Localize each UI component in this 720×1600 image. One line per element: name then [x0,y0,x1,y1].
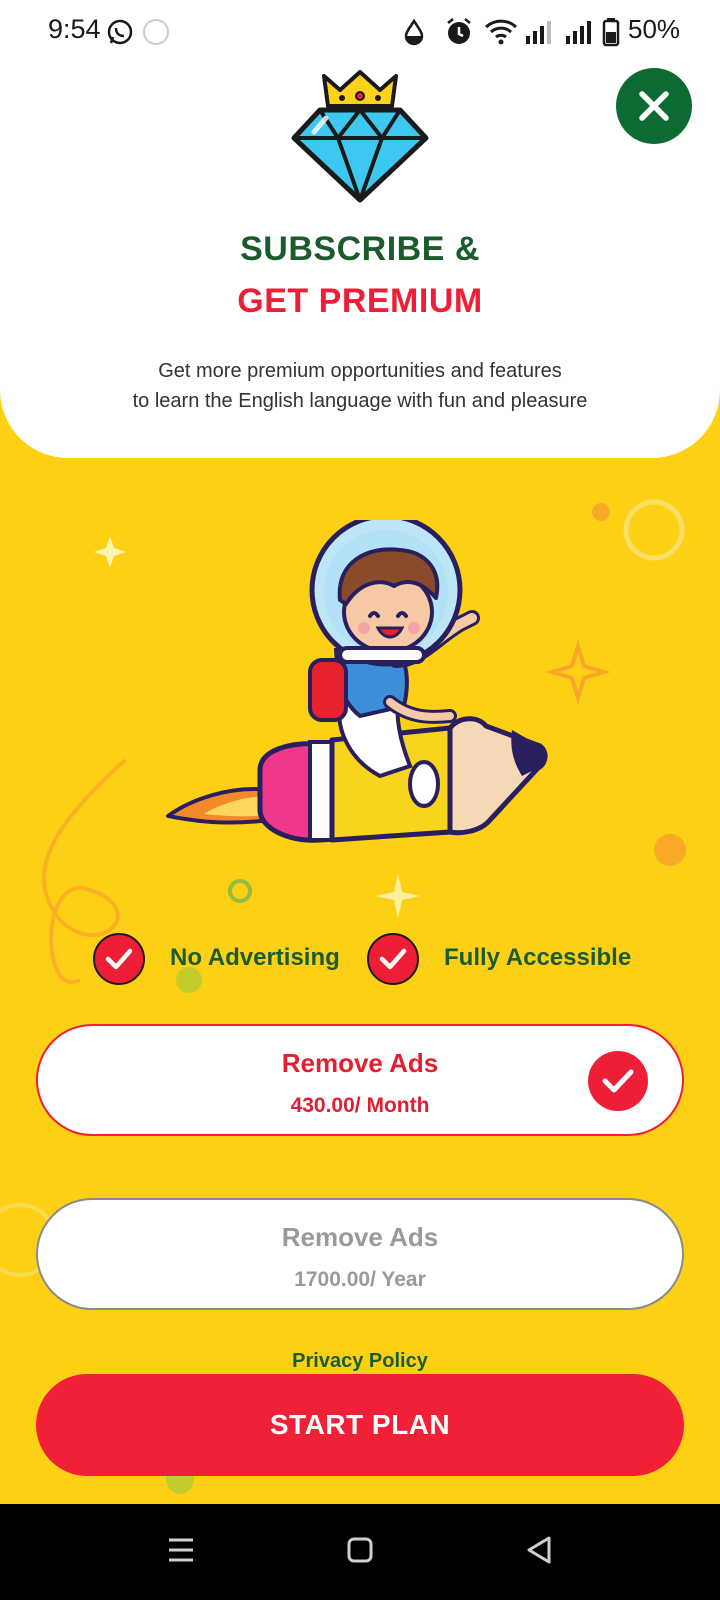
plan-monthly-title: Remove Ads [281,1048,439,1078]
start-plan-button[interactable]: START PLAN [36,1374,684,1476]
feature-fully-accessible: Fully Accessible [444,944,632,971]
diamond-crown-icon [291,70,429,203]
drop-icon [404,18,424,46]
plan-yearly[interactable]: Remove Ads 1700.00/ Year [36,1198,684,1310]
status-time: 9:54 [48,14,101,44]
boy-on-pencil-illustration [166,520,548,843]
selected-check-icon [588,1051,648,1111]
feature-no-advertising: No Advertising [170,944,340,971]
notification-icon [143,19,169,45]
battery-icon [602,18,620,47]
subtitle-line-1: Get more premium opportunities and featu… [158,360,562,382]
fully-accessible-check-icon [367,933,419,985]
plan-monthly-price: 430.00/ Month [290,1094,430,1117]
wifi-icon [484,19,518,45]
alarm-icon [447,18,471,44]
title-line-2: GET PREMIUM [237,282,483,320]
close-icon [639,91,669,121]
whatsapp-icon [107,19,133,45]
close-button[interactable] [616,68,692,144]
signal-icon [526,21,551,44]
navigation-bar [0,1504,720,1600]
subtitle: Get more premium opportunities and featu… [60,356,660,416]
signal-icon [566,21,591,44]
home-icon[interactable] [346,1536,374,1564]
no-advertising-check-icon [93,933,145,985]
menu-icon[interactable] [166,1536,196,1564]
plan-monthly[interactable]: Remove Ads 430.00/ Month [36,1024,684,1136]
plan-yearly-title: Remove Ads [281,1222,439,1252]
battery-percentage: 50% [628,14,681,44]
subtitle-line-2: to learn the English language with fun a… [132,390,588,412]
plan-yearly-price: 1700.00/ Year [294,1268,426,1291]
status-bar: 9:54 50% [0,0,720,64]
title-line-1: SUBSCRIBE & [240,230,480,268]
privacy-policy-link[interactable]: Privacy Policy [0,1350,720,1373]
back-icon[interactable] [524,1534,554,1566]
